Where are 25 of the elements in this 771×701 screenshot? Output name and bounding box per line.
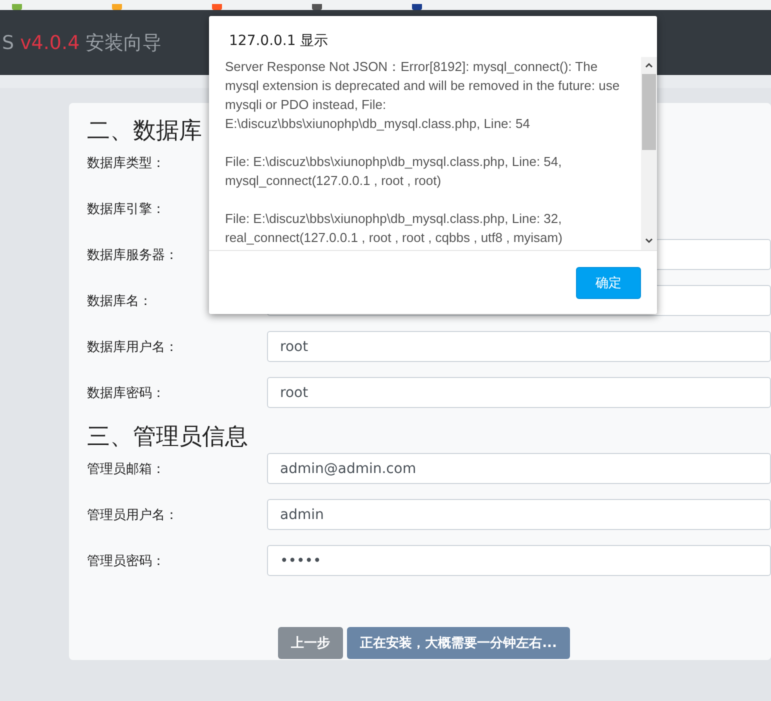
input-field[interactable]: admin	[267, 499, 771, 530]
input-field[interactable]: admin@admin.com	[267, 453, 771, 484]
field-label: 数据库密码：	[87, 386, 165, 401]
install-button[interactable]: 正在安装，大概需要一分钟左右...	[347, 627, 570, 659]
field-label: 数据库引擎：	[87, 202, 165, 217]
field-label: 管理员邮箱：	[87, 462, 165, 477]
error-message: File: E:\discuz\bbs\xiunophp\db_mysql.class.php, Line: 54, mysql_connect(127.0.0.1 , root , root)	[225, 153, 563, 190]
page-title: 安装向导	[86, 30, 162, 56]
input-field[interactable]: •••••	[267, 545, 771, 576]
dialog-title: 127.0.0.1 显示	[228, 32, 330, 51]
version-text: v4.0.4	[20, 32, 80, 54]
error-message: File: E:\discuz\bbs\xiunophp\db_mysql.class.php, Line: 32, real_connect(127.0.0.1 , root , root , cqbbs , utf8 , myisam)	[225, 210, 564, 247]
input-field[interactable]: root	[267, 331, 771, 362]
section-heading: 二、数据库	[87, 117, 202, 145]
field-label: 管理员密码：	[87, 554, 165, 569]
input-field[interactable]: root	[267, 377, 771, 408]
field-label: 数据库服务器：	[87, 248, 178, 263]
scrollbar[interactable]	[641, 57, 657, 250]
section-heading: 三、管理员信息	[87, 423, 248, 451]
field-label: 管理员用户名：	[87, 508, 178, 523]
field-label: 数据库类型：	[87, 156, 165, 171]
field-label: 数据库名：	[87, 294, 152, 309]
error-message: Server Response Not JSON：Error[8192]: mysql_connect(): The mysql extension is deprecated and will be removed in the future: use mysqli or PDO instead, File: E:\discuz\bbs\xiunophp\db_mysql.class.php, Line: 54	[225, 58, 621, 133]
field-label: 数据库用户名：	[87, 340, 178, 355]
brand-text: S	[2, 32, 14, 54]
